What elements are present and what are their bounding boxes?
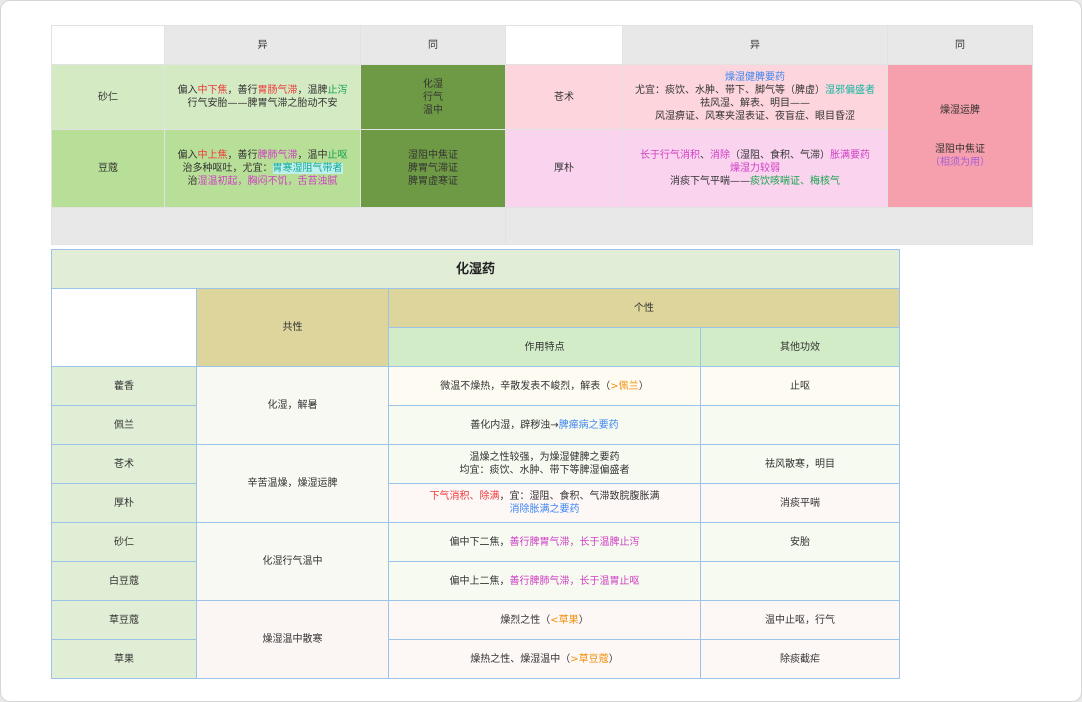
same-text: 脾胃虚寒证	[408, 176, 458, 187]
same-text: 湿阻中焦证	[408, 150, 458, 161]
same-text: 行气	[423, 91, 443, 103]
herb-name: 佩兰	[51, 405, 197, 445]
herb-name: 白豆蔻	[51, 561, 197, 601]
comparison-footer-row	[51, 207, 1033, 245]
common-cell: 化湿行气温中	[196, 522, 389, 601]
header-other: 其他功效	[700, 327, 900, 367]
comparison-table: 异 同 异 同 砂仁 偏入中下焦，善行胃肠气滞，温脾止泻 行气安胎——脾胃气滞之…	[51, 25, 1033, 245]
doukou-diff-cell: 偏入中上焦，善行脾肺气滞，温中止呕 治多种呕吐，尤宜：胃寒湿阻气带者 治湿温初起…	[164, 129, 361, 208]
header-yi: 异	[164, 25, 361, 65]
other-cell: 祛风散寒，明目	[700, 444, 900, 484]
same-text: 脾胃气滞证	[408, 163, 458, 174]
header-tong: 同	[360, 25, 506, 65]
houpo-diff-cell: 长于行气消积、消除（湿阻、食积、气滞）胀满要药 燥湿力较弱 消痰下气平喘——痰饮…	[622, 129, 888, 208]
other-cell: 止呕	[700, 366, 900, 406]
cangzhu-diff-line3: 祛风湿、解表、明目——	[700, 98, 810, 109]
herb-name-sharen: 砂仁	[51, 64, 165, 130]
header-yi: 异	[622, 25, 888, 65]
sharen-diff-line2: 行气安胎——脾胃气滞之胎动不安	[187, 98, 338, 109]
table-row: 苍术 辛苦温燥，燥湿运脾 温燥之性较强，为燥湿健脾之要药 均宜：痰饮、水肿、带下等…	[51, 444, 900, 523]
doukou-diff-line1: 偏入中上焦，善行脾肺气滞，温中止呕	[177, 150, 348, 161]
common-cell: 燥湿温中散寒	[196, 600, 389, 679]
herb-name: 草果	[51, 639, 197, 679]
common-cell: 辛苦温燥，燥湿运脾	[196, 444, 389, 523]
common-cell: 化湿，解暑	[196, 366, 389, 445]
main-table: 化湿药 共性 个性 作用特点 其他功效 藿香 化湿，解暑 微温不燥热，辛散发表不…	[51, 249, 900, 679]
same-text: 化湿	[423, 78, 443, 90]
feature-cell: 偏中上二焦，善行脾肺气滞，长于温胃止呕	[388, 561, 701, 601]
table-row: 草豆蔻 燥湿温中散寒 燥烈之性（<草果） 温中止呕，行气	[51, 600, 900, 679]
herb-name-cangzhu: 苍术	[505, 64, 623, 130]
herb-name: 苍术	[51, 444, 197, 484]
other-cell: 温中止呕，行气	[700, 600, 900, 640]
main-title-row: 化湿药	[51, 249, 900, 289]
comparison-row-1: 砂仁 偏入中下焦，善行胃肠气滞，温脾止泻 行气安胎——脾胃气滞之胎动不安 化湿 …	[51, 64, 1033, 208]
header-feature: 作用特点	[388, 327, 701, 367]
same-text: 燥湿运脾	[940, 104, 980, 116]
feature-cell: 下气消积、除满，宜：湿阻、食积、气滞致脘腹胀满 消除胀满之要药	[388, 483, 701, 523]
table-title: 化湿药	[51, 249, 900, 289]
other-cell: 除痰截疟	[700, 639, 900, 679]
same-note: （相须为用）	[930, 156, 990, 168]
table-row: 藿香 化湿，解暑 微温不燥热，辛散发表不峻烈，解表（>佩兰） 止呕	[51, 366, 900, 445]
herb-name-houpo: 厚朴	[505, 129, 623, 208]
cangzhu-diff-line1: 燥湿健脾要药	[725, 72, 785, 83]
header-tong: 同	[887, 25, 1033, 65]
doukou-diff-line3: 治湿温初起，胸闷不饥，舌苔浊腻	[187, 176, 338, 187]
herb-name: 厚朴	[51, 483, 197, 523]
header-blank-cell	[505, 25, 623, 65]
feature-cell: 燥热之性、燥湿温中（>草豆蔻）	[388, 639, 701, 679]
header-blank-cell	[51, 25, 165, 65]
right-same-cell: 燥湿运脾 湿阻中焦证 （相须为用）	[887, 64, 1033, 208]
left-same-cell-2: 湿阻中焦证 脾胃气滞证 脾胃虚寒证	[360, 129, 506, 208]
doukou-diff-line2: 治多种呕吐，尤宜：胃寒湿阻气带者	[182, 163, 343, 174]
other-cell: 消痰平喘	[700, 483, 900, 523]
header-individual: 个性	[388, 288, 900, 328]
comparison-header-row: 异 同 异 同	[51, 25, 1033, 65]
feature-cell: 微温不燥热，辛散发表不峻烈，解表（>佩兰）	[388, 366, 701, 406]
other-cell	[700, 561, 900, 601]
other-cell	[700, 405, 900, 445]
houpo-diff-line3: 消痰下气平喘——痰饮咳喘证、梅核气	[670, 176, 840, 187]
comparison-row-2: 豆蔻 偏入中上焦，善行脾肺气滞，温中止呕 治多种呕吐，尤宜：胃寒湿阻气带者 治湿…	[51, 129, 1033, 208]
main-header-row-1: 共性 个性	[51, 288, 900, 367]
cangzhu-diff-cell: 燥湿健脾要药 尤宜：痰饮、水肿、带下、脚气等（脾虚）湿邪偏盛者 祛风湿、解表、明…	[622, 64, 888, 130]
herb-name: 藿香	[51, 366, 197, 406]
houpo-diff-line1: 长于行气消积、消除（湿阻、食积、气滞）胀满要药	[640, 150, 870, 161]
feature-cell: 温燥之性较强，为燥湿健脾之要药 均宜：痰饮、水肿、带下等脾湿偏盛者	[388, 444, 701, 484]
feature-cell: 偏中下二焦，善行脾胃气滞，长于温脾止泻	[388, 522, 701, 562]
herb-name: 草豆蔻	[51, 600, 197, 640]
page-frame: 异 同 异 同 砂仁 偏入中下焦，善行胃肠气滞，温脾止泻 行气安胎——脾胃气滞之…	[0, 0, 1082, 702]
cangzhu-diff-line4: 风湿痹证、风寒夹湿表证、夜盲症、眼目昏涩	[655, 111, 855, 122]
feature-cell: 燥烈之性（<草果）	[388, 600, 701, 640]
table-row: 厚朴 下气消积、除满，宜：湿阻、食积、气滞致脘腹胀满 消除胀满之要药 消痰平喘	[51, 483, 900, 523]
table-row: 白豆蔻 偏中上二焦，善行脾肺气滞，长于温胃止呕	[51, 561, 900, 601]
sharen-diff-cell: 偏入中下焦，善行胃肠气滞，温脾止泻 行气安胎——脾胃气滞之胎动不安	[164, 64, 361, 130]
footer-blank-cell	[505, 207, 1033, 245]
table-row: 草果 燥热之性、燥湿温中（>草豆蔻） 除痰截疟	[51, 639, 900, 679]
table-row: 砂仁 化湿行气温中 偏中下二焦，善行脾胃气滞，长于温脾止泻 安胎	[51, 522, 900, 601]
other-cell: 安胎	[700, 522, 900, 562]
left-same-cell-1: 化湿 行气 温中	[360, 64, 506, 130]
table-row: 佩兰 善化内湿，辟秽浊→脾瘅病之要药	[51, 405, 900, 445]
feature-cell: 善化内湿，辟秽浊→脾瘅病之要药	[388, 405, 701, 445]
houpo-diff-line2: 燥湿力较弱	[730, 163, 780, 174]
header-common: 共性	[196, 288, 389, 367]
header-blank-cell	[51, 288, 197, 367]
cangzhu-diff-line2: 尤宜：痰饮、水肿、带下、脚气等（脾虚）湿邪偏盛者	[635, 85, 875, 96]
herb-name-doukou: 豆蔻	[51, 129, 165, 208]
sharen-diff-line1: 偏入中下焦，善行胃肠气滞，温脾止泻	[177, 85, 348, 96]
same-text: 湿阻中焦证	[935, 143, 985, 155]
same-text: 温中	[423, 104, 443, 116]
footer-blank-cell	[51, 207, 506, 245]
herb-name: 砂仁	[51, 522, 197, 562]
